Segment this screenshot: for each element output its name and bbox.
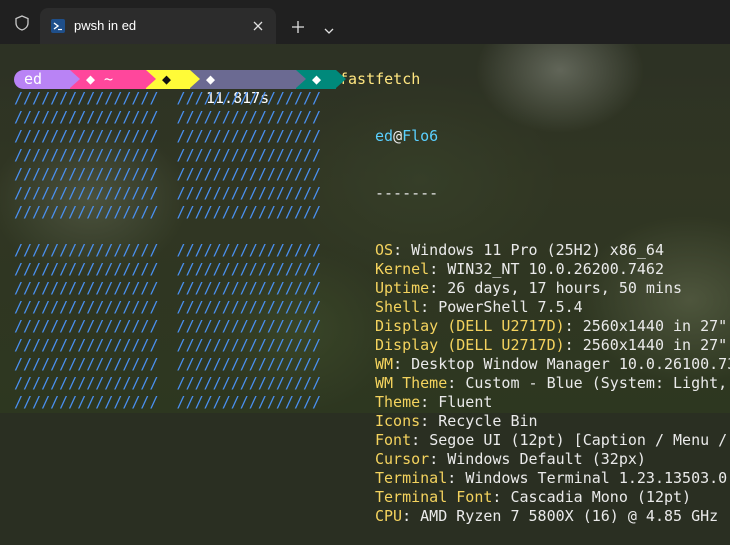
logo-row: //////////////// //////////////// bbox=[14, 203, 322, 221]
info-row: Icons: Recycle Bin bbox=[375, 412, 538, 430]
info-row: Uptime: 26 days, 17 hours, 50 mins bbox=[375, 279, 683, 297]
hostname: Flo6 bbox=[402, 127, 439, 145]
logo-row: //////////////// //////////////// bbox=[14, 355, 322, 373]
prompt-segment-duration: ◆ 11.817s bbox=[190, 70, 306, 107]
info-value: Custom - Blue (System: Light, bbox=[465, 374, 728, 392]
windows-logo-ascii: //////////////// ///////////////////////… bbox=[14, 89, 321, 412]
info-value: Windows Default (32px) bbox=[447, 450, 646, 468]
logo-row: //////////////// //////////////// bbox=[14, 336, 322, 354]
info-value: Cascadia Mono (12pt) bbox=[510, 488, 692, 506]
info-row: WM: Desktop Window Manager 10.0.26100.73 bbox=[375, 355, 730, 374]
info-row: OS: Windows 11 Pro (25H2) x86_64 bbox=[375, 241, 664, 259]
logo-row: //////////////// //////////////// bbox=[14, 184, 322, 202]
tab-title: pwsh in ed bbox=[74, 18, 137, 33]
prompt-segment-user: ed bbox=[14, 70, 80, 89]
info-key: CPU bbox=[375, 507, 403, 525]
info-value: 2560x1440 in 27", bbox=[582, 336, 730, 354]
info-row: CPU: AMD Ryzen 7 5800X (16) @ 4.85 GHz bbox=[375, 507, 719, 525]
terminal-icon bbox=[51, 19, 65, 33]
info-value: Windows 11 Pro (25H2) x86_64 bbox=[411, 241, 664, 259]
info-key: Display (DELL U2717D) bbox=[375, 336, 565, 354]
info-key: Display (DELL U2717D) bbox=[375, 317, 565, 335]
info-value: 2560x1440 in 27", bbox=[582, 317, 730, 335]
info-key: Cursor bbox=[375, 450, 430, 468]
info-row: Terminal Font: Cascadia Mono (12pt) bbox=[375, 488, 692, 506]
logo-row: //////////////// //////////////// bbox=[14, 241, 322, 259]
info-key: Font bbox=[375, 431, 412, 449]
info-key: WM bbox=[375, 355, 394, 373]
info-key: Theme bbox=[375, 393, 421, 411]
shield-icon bbox=[14, 15, 30, 31]
info-value: Windows Terminal 1.23.13503.0 bbox=[465, 469, 728, 487]
info-key: Uptime bbox=[375, 279, 430, 297]
shell-prompt: ed ◆ ~ ◆ ◆ 11.817s ◆ bbox=[14, 70, 346, 107]
logo-row: //////////////// //////////////// bbox=[14, 127, 322, 145]
info-key: Icons bbox=[375, 412, 421, 430]
info-row: Shell: PowerShell 7.5.4 bbox=[375, 298, 583, 316]
logo-row: //////////////// //////////////// bbox=[14, 165, 322, 183]
username: ed bbox=[375, 127, 394, 145]
info-key: Kernel bbox=[375, 260, 430, 278]
command-text: fastfetch bbox=[339, 70, 421, 88]
info-key: WM Theme bbox=[375, 374, 448, 392]
info-value: AMD Ryzen 7 5800X (16) @ 4.85 GHz bbox=[420, 507, 719, 525]
logo-row: //////////////// //////////////// bbox=[14, 279, 322, 297]
close-icon[interactable] bbox=[250, 18, 266, 34]
logo-row: //////////////// //////////////// bbox=[14, 393, 322, 411]
info-value: Desktop Window Manager 10.0.26100.73 bbox=[411, 355, 730, 373]
info-value: PowerShell 7.5.4 bbox=[438, 298, 583, 316]
info-key: Shell bbox=[375, 298, 421, 316]
info-row: Terminal: Windows Terminal 1.23.13503.0 bbox=[375, 469, 728, 487]
info-value: WIN32_NT 10.0.26200.7462 bbox=[447, 260, 664, 278]
info-row: Theme: Fluent bbox=[375, 393, 493, 411]
system-info: ed@Flo6 ------- OS: Windows 11 Pro (25H2… bbox=[375, 89, 730, 545]
info-row: Cursor: Windows Default (32px) bbox=[375, 450, 646, 468]
info-value: Recycle Bin bbox=[438, 412, 538, 430]
title-bar: pwsh in ed bbox=[0, 0, 730, 44]
info-row: Display (DELL U2717D): 2560x1440 in 27", bbox=[375, 336, 730, 355]
logo-row: //////////////// //////////////// bbox=[14, 298, 322, 316]
logo-row: //////////////// //////////////// bbox=[14, 146, 322, 164]
info-value: Segoe UI (12pt) [Caption / Menu / bbox=[429, 431, 728, 449]
plus-icon[interactable] bbox=[291, 19, 305, 33]
logo-row: //////////////// //////////////// bbox=[14, 108, 322, 126]
chevron-down-icon[interactable] bbox=[323, 21, 335, 34]
info-key: OS bbox=[375, 241, 394, 259]
logo-row: //////////////// //////////////// bbox=[14, 317, 322, 335]
info-row: Font: Segoe UI (12pt) [Caption / Menu / bbox=[375, 431, 728, 449]
separator-line: ------- bbox=[375, 184, 439, 202]
info-key: Terminal Font bbox=[375, 488, 493, 506]
info-row: Display (DELL U2717D): 2560x1440 in 27", bbox=[375, 317, 730, 336]
prompt-segment-path: ◆ ~ bbox=[70, 70, 156, 89]
info-row: Kernel: WIN32_NT 10.0.26200.7462 bbox=[375, 260, 664, 278]
tab-pwsh[interactable]: pwsh in ed bbox=[40, 8, 276, 44]
logo-row: //////////////// //////////////// bbox=[14, 260, 322, 278]
info-row: WM Theme: Custom - Blue (System: Light, bbox=[375, 374, 728, 392]
info-value: Fluent bbox=[438, 393, 493, 411]
logo-row bbox=[14, 222, 321, 241]
info-key: Terminal bbox=[375, 469, 448, 487]
logo-row: //////////////// //////////////// bbox=[14, 374, 322, 392]
logo-row: //////////////// //////////////// bbox=[14, 89, 322, 107]
user-host-line: ed@Flo6 bbox=[375, 127, 439, 145]
info-value: 26 days, 17 hours, 50 mins bbox=[447, 279, 683, 297]
